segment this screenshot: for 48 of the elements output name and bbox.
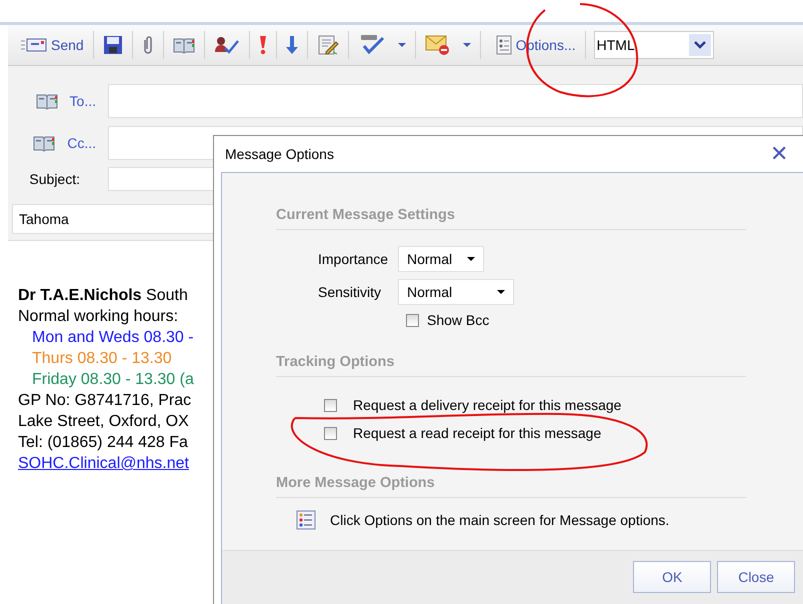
send-button[interactable]: Send — [12, 30, 93, 60]
chevron-icon — [694, 41, 706, 49]
importance-dropdown[interactable]: Normal — [398, 246, 484, 272]
signature-line: GP No: G8741716, Prac — [18, 391, 192, 411]
signature-line: Lake Street, Oxford, OX — [18, 412, 189, 432]
to-button[interactable]: To... — [70, 93, 96, 109]
signature-line: Normal working hours: — [18, 307, 178, 327]
section-heading: More Message Options — [276, 475, 746, 498]
caret-icon[interactable] — [462, 43, 471, 47]
caret-icon[interactable] — [398, 43, 406, 47]
signature-line: Friday 08.30 - 13.30 (a — [31, 370, 194, 390]
signature-line: Thurs 08.30 - 13.30 — [31, 349, 172, 369]
address-book-icon[interactable] — [172, 36, 195, 54]
address-book-icon[interactable] — [33, 134, 56, 152]
dialog-title: Message Options — [225, 146, 334, 162]
save-icon[interactable] — [102, 35, 123, 55]
signature-line: Tel: (01865) 244 428 Fa — [18, 433, 188, 453]
document-icon — [496, 35, 512, 55]
close-button[interactable]: Close — [717, 561, 795, 593]
section-heading: Current Message Settings — [276, 207, 746, 230]
envelope-icon[interactable] — [424, 34, 451, 56]
paperclip-icon[interactable] — [142, 35, 154, 55]
cc-button[interactable]: Cc... — [67, 135, 96, 151]
checkbox-label: Request a delivery receipt for this message — [353, 397, 622, 413]
checkbox[interactable] — [324, 426, 337, 440]
sensitivity-dropdown[interactable]: Normal — [398, 279, 514, 305]
to-field[interactable] — [108, 84, 803, 118]
section-heading: Tracking Options — [276, 354, 746, 377]
check-names-icon[interactable] — [214, 35, 240, 55]
signature-line: Mon and Weds 08.30 - — [31, 328, 194, 348]
address-book-icon[interactable] — [36, 92, 58, 110]
importance-label: Importance — [318, 251, 390, 267]
info-text: Click Options on the main screen for Message options. — [330, 512, 670, 528]
checkbox-label: Request a read receipt for this message — [353, 425, 602, 441]
checkbox-label: Show Bcc — [427, 312, 490, 328]
checkbox[interactable] — [406, 314, 419, 326]
ok-button[interactable]: OK — [633, 561, 712, 593]
subject-label: Subject: — [29, 171, 80, 187]
format-dropdown[interactable]: HTML — [594, 31, 714, 59]
down-arrow-icon[interactable] — [286, 35, 298, 55]
exclamation-icon[interactable] — [258, 35, 267, 55]
envelope-icon — [21, 38, 47, 52]
list-icon — [296, 510, 316, 530]
email-link[interactable]: SOHC.Clinical@nhs.net — [18, 455, 189, 472]
sensitivity-label: Sensitivity — [318, 284, 382, 300]
edit-document-icon[interactable] — [316, 35, 339, 55]
checkbox[interactable] — [324, 398, 337, 412]
signature-line: Dr T.A.E.Nichols South — [18, 286, 188, 306]
